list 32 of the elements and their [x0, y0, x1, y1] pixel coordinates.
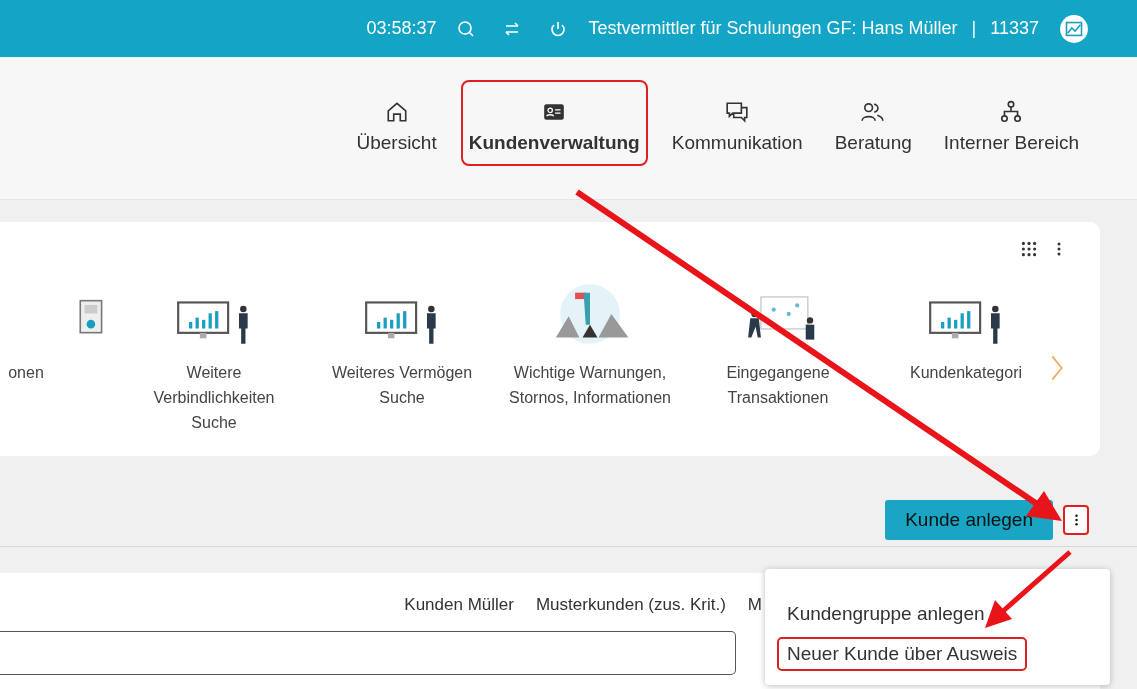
user-name: Testvermittler für Schulungen GF: Hans Müller	[588, 18, 958, 39]
chart-logo-icon[interactable]	[1059, 13, 1089, 44]
nav-tab[interactable]: Übersicht	[348, 80, 445, 166]
chat-icon	[725, 100, 750, 124]
shortcut-link[interactable]: Weiteres Vermögen Suche	[315, 360, 489, 410]
clock-time: 03:58:37	[366, 18, 437, 39]
shortcut-link[interactable]: onen	[4, 360, 48, 385]
filter-link[interactable]: M	[747, 595, 762, 615]
filter-link[interactable]: Kunden Müller	[404, 595, 514, 615]
search-field[interactable]	[0, 631, 736, 675]
filter-link[interactable]: Musterkunden (zus. Krit.)	[535, 595, 726, 615]
shortcut-link[interactable]: Kundenkategori	[905, 360, 1027, 385]
create-customer-button[interactable]: Kunde anlegen	[885, 500, 1053, 540]
nav-tab[interactable]: Kundenverwaltung	[460, 80, 648, 166]
nav-tab[interactable]: Interner Bereich	[935, 80, 1087, 166]
hierarchy-icon	[999, 100, 1024, 124]
more-icon[interactable]	[1056, 240, 1062, 258]
shortcut-link[interactable]: Wichtige Warnungen, Stornos, Informationen	[503, 360, 677, 410]
menu-item[interactable]: Neuer Kunde über Ausweis	[777, 637, 1028, 671]
nav-tab[interactable]: Kommunikation	[663, 80, 811, 166]
shortcut-link[interactable]: Eingegangene Transaktionen	[691, 360, 865, 410]
menu-item[interactable]: Kundengruppe anlegen	[777, 597, 995, 631]
shortcut-link[interactable]: Weitere Verbindlichkeiten Suche	[127, 360, 301, 435]
nav-tab[interactable]: Beratung	[826, 80, 920, 166]
grid-icon[interactable]	[1020, 240, 1038, 258]
more-icon	[1073, 513, 1079, 527]
people-icon	[861, 100, 886, 124]
more-button[interactable]	[1063, 505, 1089, 535]
chevron-right-icon[interactable]	[1050, 354, 1064, 382]
user-number: 11337	[990, 18, 1039, 39]
separator: |	[971, 18, 977, 39]
home-icon	[384, 100, 409, 124]
